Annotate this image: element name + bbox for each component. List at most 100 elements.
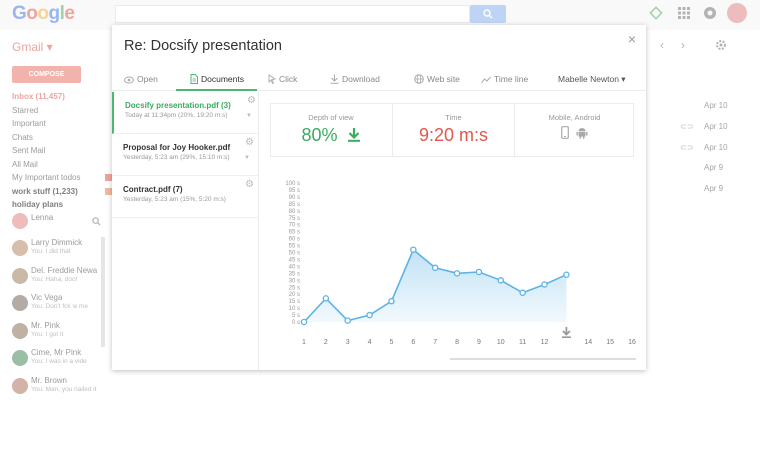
depth-of-view-row: 80% (271, 125, 391, 146)
document-list: Docsify presentation.pdf (3) Today at 11:… (112, 92, 259, 370)
tab-timeline-label: Time line (494, 74, 529, 84)
time-value: 9:20 m:s (418, 125, 489, 145)
y-tick-label: 85 s (289, 202, 300, 208)
device-stat: Mobile, Android (514, 104, 634, 156)
depth-of-view-stat: Depth of view 80% (271, 104, 391, 156)
device-label: Mobile, Android (548, 113, 601, 122)
tab-timeline[interactable]: Time line (481, 67, 528, 91)
x-tick-label: 16 (628, 339, 636, 346)
recipient-selector[interactable]: Mabelle Newton ▾ (558, 67, 626, 91)
document-item[interactable]: Contract.pdf (7) Yesterday, 5:23 am (15%,… (112, 176, 259, 218)
mobile-phone-icon (560, 126, 569, 139)
tab-open-label: Open (137, 74, 158, 84)
docsify-modal: Re: Docsify presentation × Open Document… (112, 25, 646, 370)
timeline-icon (481, 76, 491, 84)
modal-title: Re: Docsify presentation (124, 38, 282, 54)
y-tick-label: 65 s (289, 230, 300, 236)
x-tick-label: 6 (411, 339, 415, 346)
data-point[interactable] (366, 311, 373, 319)
tab-click-label: Click (279, 74, 298, 84)
data-point[interactable] (388, 297, 395, 305)
series-area (304, 249, 567, 322)
gear-icon[interactable]: ⚙ (245, 137, 254, 148)
y-tick-label: 95 s (289, 188, 300, 194)
tab-download[interactable]: Download (330, 67, 380, 91)
x-tick-label: 12 (541, 339, 549, 346)
tab-bar: Open Documents Click Download Web site T… (112, 67, 646, 91)
x-tick-label: 8 (455, 339, 459, 346)
document-meta: Yesterday, 5:23 am (29%, 15:10 m:s) (123, 154, 230, 161)
data-point[interactable] (475, 268, 483, 276)
cursor-icon (268, 74, 277, 84)
x-tick-label: 2 (324, 339, 328, 346)
chevron-down-icon[interactable]: ▼ (244, 155, 250, 161)
android-icon (576, 128, 588, 139)
tab-open[interactable]: Open (124, 67, 158, 91)
x-tick-label: 14 (584, 339, 592, 346)
close-button[interactable]: × (626, 31, 638, 47)
x-tick-label: 1 (302, 339, 306, 346)
y-tick-label: 40 s (289, 264, 300, 270)
document-meta: Today at 11:34pm (20%, 19:20 m:s) (125, 112, 228, 119)
y-tick-label: 25 s (289, 285, 300, 291)
y-tick-label: 15 s (289, 299, 300, 305)
tab-website[interactable]: Web site (414, 67, 460, 91)
y-tick-label: 100 s (285, 181, 300, 187)
x-tick-label: 3 (346, 339, 350, 346)
x-tick-label: 15 (606, 339, 614, 346)
y-tick-label: 90 s (289, 195, 300, 201)
chevron-down-icon[interactable]: ▼ (246, 113, 252, 119)
download-icon (347, 128, 360, 142)
y-tick-label: 45 s (289, 257, 300, 263)
tab-download-label: Download (342, 74, 380, 84)
device-icons (515, 126, 634, 144)
depth-of-view-label: Depth of view (308, 113, 354, 122)
y-tick-label: 5 s (292, 313, 300, 319)
x-tick-label: 7 (433, 339, 437, 346)
data-point[interactable] (410, 246, 417, 253)
y-tick-label: 70 s (289, 223, 300, 229)
document-name: Proposal for Joy Hooker.pdf (123, 143, 231, 152)
y-tick-label: 35 s (289, 271, 300, 277)
tab-documents[interactable]: Documents (176, 67, 257, 91)
data-point[interactable] (563, 271, 570, 278)
data-point[interactable] (344, 317, 351, 324)
y-tick-label: 60 s (289, 237, 300, 243)
x-tick-label: 11 (519, 339, 526, 346)
document-name: Docsify presentation.pdf (3) (125, 101, 231, 110)
time-per-page-chart: 0 s5 s10 s15 s20 s25 s30 s35 s40 s45 s50… (285, 181, 636, 346)
data-point[interactable] (497, 277, 505, 284)
x-tick-label: 4 (368, 339, 372, 346)
data-point[interactable] (519, 289, 526, 297)
eye-icon (124, 76, 134, 84)
y-tick-label: 30 s (289, 278, 300, 284)
y-tick-label: 75 s (289, 216, 300, 222)
y-tick-label: 55 s (289, 244, 300, 250)
download-icon[interactable] (561, 327, 571, 339)
data-point[interactable] (541, 281, 548, 288)
document-icon (190, 74, 198, 84)
y-tick-label: 10 s (289, 306, 300, 312)
document-name: Contract.pdf (7) (123, 185, 183, 194)
data-point[interactable] (300, 318, 308, 326)
x-tick-label: 5 (390, 339, 394, 346)
document-meta: Yesterday, 5:23 am (15%, 5:20 m:s) (123, 196, 226, 203)
tab-documents-label: Documents (201, 74, 244, 84)
data-point[interactable] (453, 270, 461, 277)
stats-panel: Depth of view 80% Time 9:20 m:s Mobile, … (270, 103, 634, 157)
data-point[interactable] (431, 264, 439, 272)
tab-website-label: Web site (427, 74, 460, 84)
y-tick-label: 20 s (289, 292, 300, 298)
chart-scrollbar[interactable] (450, 358, 636, 360)
document-item[interactable]: Proposal for Joy Hooker.pdf Yesterday, 5:… (112, 134, 259, 176)
gear-icon[interactable]: ⚙ (245, 179, 254, 190)
data-point[interactable] (322, 295, 330, 302)
time-label: Time (445, 113, 462, 122)
gear-icon[interactable]: ⚙ (247, 95, 256, 106)
tab-click[interactable]: Click (268, 67, 297, 91)
depth-of-view-value: 80% (301, 125, 338, 145)
y-tick-label: 80 s (289, 209, 300, 215)
download-icon (330, 74, 339, 84)
document-item[interactable]: Docsify presentation.pdf (3) Today at 11:… (112, 92, 259, 134)
x-tick-label: 10 (497, 339, 505, 346)
